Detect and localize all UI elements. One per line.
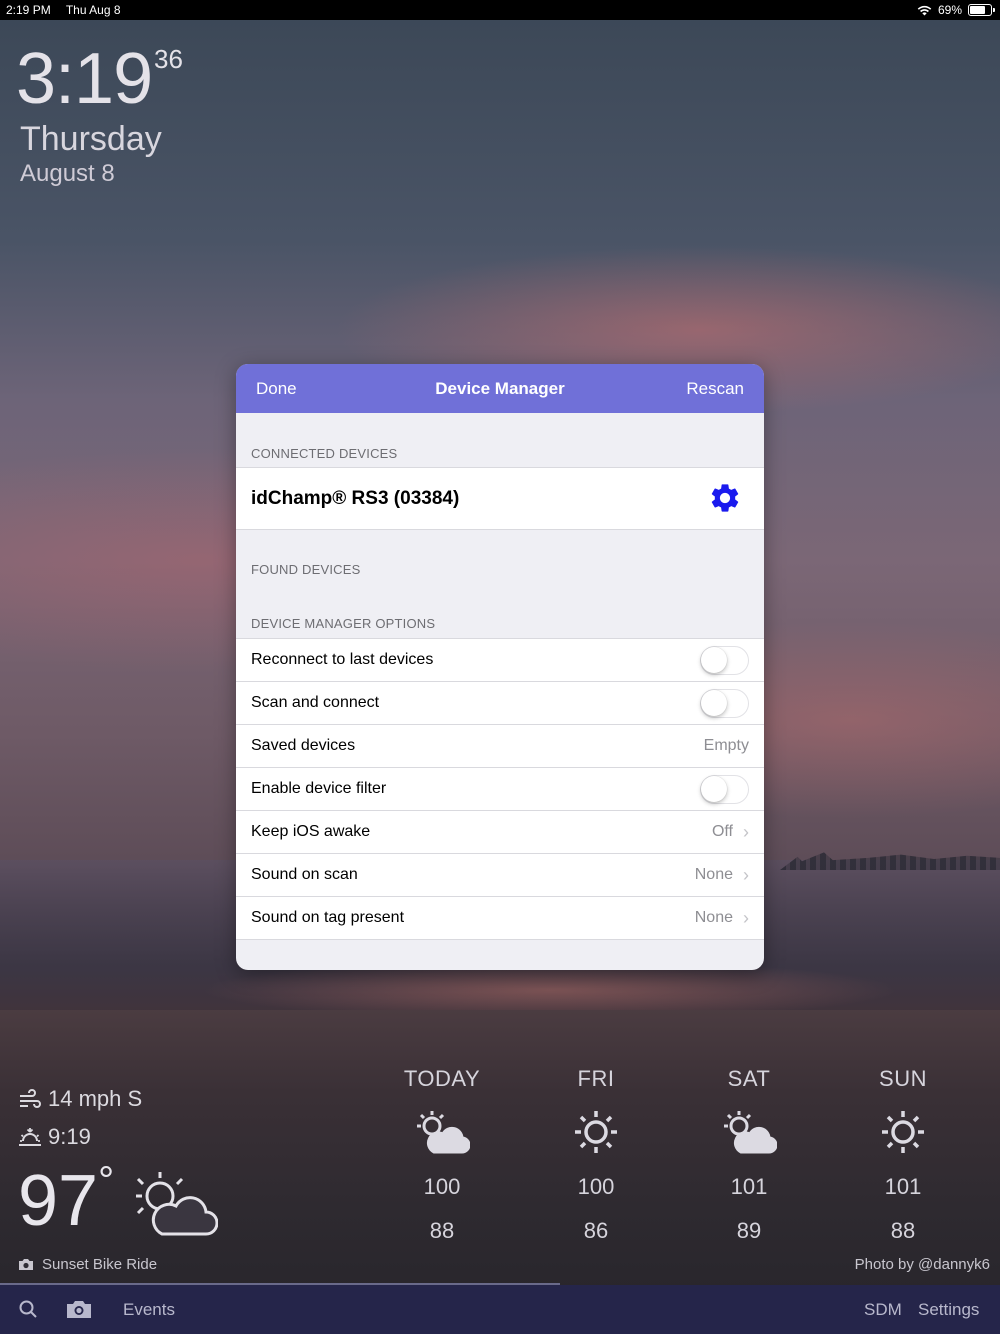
option-saved-devices[interactable]: Saved devices Empty (236, 725, 764, 768)
photo-caption: Sunset Bike Ride (18, 1256, 157, 1273)
chevron-right-icon: › (743, 864, 749, 885)
events-button[interactable]: Events (123, 1300, 175, 1320)
sunset-readout: 9:19 (18, 1124, 91, 1150)
forecast-high: 100 (423, 1174, 461, 1199)
current-temperature: 97° (18, 1159, 115, 1242)
photo-caption-text: Sunset Bike Ride (42, 1256, 158, 1273)
modal-header: Done Device Manager Rescan (236, 364, 764, 413)
sun-icon (882, 1111, 924, 1153)
option-label: Keep iOS awake (251, 823, 371, 840)
battery-icon (968, 4, 995, 16)
option-value: None (694, 866, 733, 883)
degree-symbol: ° (98, 1159, 115, 1203)
forecast-sun: SUN 101 88 (843, 1066, 963, 1244)
forecast-fri: FRI 100 86 (536, 1066, 656, 1244)
gear-icon[interactable] (708, 481, 742, 515)
partly-cloudy-icon (417, 1111, 470, 1154)
option-label: Sound on tag present (251, 909, 405, 926)
option-value: Empty (703, 737, 749, 754)
clock-seconds: 36 (154, 44, 183, 74)
option-value: Off (711, 823, 733, 840)
option-label: Sound on scan (251, 866, 358, 883)
forecast-high: 100 (577, 1174, 615, 1199)
forecast-sat: SAT 101 89 (689, 1066, 809, 1244)
wind-readout: 14 mph S (18, 1086, 142, 1112)
clock: 3:19 36 (16, 38, 183, 120)
partly-cloudy-icon (724, 1111, 777, 1154)
settings-button[interactable]: Settings (918, 1300, 979, 1320)
forecast-day: TODAY (403, 1066, 481, 1091)
camera-icon (19, 1259, 33, 1270)
found-devices-header: FOUND DEVICES (251, 562, 361, 577)
rescan-button[interactable]: Rescan (686, 379, 744, 399)
option-reconnect: Reconnect to last devices (236, 639, 764, 682)
option-sound-scan[interactable]: Sound on scan None › (236, 854, 764, 897)
option-label: Reconnect to last devices (251, 651, 434, 668)
option-scan-connect: Scan and connect (236, 682, 764, 725)
forecast-low: 89 (736, 1218, 762, 1243)
option-device-filter: Enable device filter (236, 768, 764, 811)
modal-title: Device Manager (435, 379, 565, 398)
forecast-day: FRI (577, 1066, 615, 1091)
sdm-button[interactable]: SDM (864, 1300, 902, 1320)
sun-icon (575, 1111, 617, 1153)
connected-devices-header: CONNECTED DEVICES (251, 446, 398, 461)
wind-value: 14 mph S (48, 1086, 143, 1111)
clock-day: Thursday (20, 120, 162, 158)
temperature-value: 97 (18, 1161, 99, 1241)
scan-connect-toggle[interactable] (700, 689, 749, 718)
chevron-right-icon: › (743, 821, 749, 842)
option-sound-tag[interactable]: Sound on tag present None › (236, 897, 764, 940)
clock-date: August 8 (20, 160, 115, 187)
sunset-icon (19, 1128, 41, 1146)
wifi-icon (917, 5, 932, 15)
clock-time: 3:19 (16, 39, 153, 119)
bottom-bar: Events SDM Settings (0, 1285, 1000, 1334)
options-list: Reconnect to last devices Scan and conne… (236, 638, 764, 940)
reconnect-toggle[interactable] (700, 646, 749, 675)
camera-icon[interactable] (66, 1299, 92, 1319)
connected-device-name: idChamp® RS3 (03384) (251, 487, 460, 509)
status-date: Thu Aug 8 (65, 3, 121, 17)
connected-device-row[interactable]: idChamp® RS3 (03384) (236, 467, 764, 530)
battery-percent: 69% (937, 3, 962, 17)
forecast-low: 88 (429, 1218, 455, 1243)
wind-icon (20, 1089, 41, 1108)
forecast-day: SAT (727, 1066, 771, 1091)
option-keep-awake[interactable]: Keep iOS awake Off › (236, 811, 764, 854)
status-bar: 2:19 PM Thu Aug 8 69% (0, 0, 1000, 20)
option-value: None (694, 909, 733, 926)
sunset-time: 9:19 (48, 1124, 91, 1149)
device-filter-toggle[interactable] (700, 775, 749, 804)
forecast-high: 101 (730, 1174, 768, 1199)
option-label: Scan and connect (251, 694, 380, 711)
forecast-day: SUN (879, 1066, 927, 1091)
partly-cloudy-icon (136, 1172, 218, 1236)
status-time: 2:19 PM (6, 3, 51, 17)
forecast-low: 86 (583, 1218, 609, 1243)
forecast-low: 88 (890, 1218, 916, 1243)
photo-credit: Photo by @dannyk6 (854, 1256, 990, 1273)
chevron-right-icon: › (743, 907, 749, 928)
device-manager-modal: Done Device Manager Rescan CONNECTED DEV… (236, 364, 764, 970)
option-label: Enable device filter (251, 780, 387, 797)
search-icon[interactable] (19, 1300, 37, 1318)
forecast-high: 101 (884, 1174, 922, 1199)
options-header: DEVICE MANAGER OPTIONS (251, 616, 436, 631)
option-label: Saved devices (251, 737, 356, 754)
forecast-today: TODAY 100 88 (382, 1066, 502, 1244)
